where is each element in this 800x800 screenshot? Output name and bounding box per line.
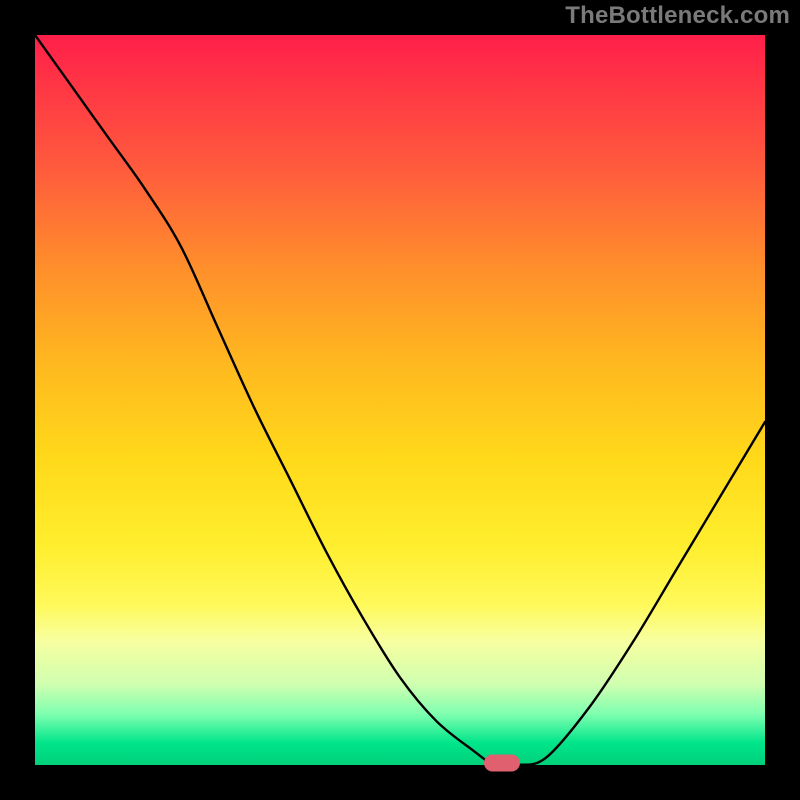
watermark-text: TheBottleneck.com: [565, 2, 790, 30]
optimal-marker: [484, 755, 520, 772]
chart-gradient-background: [35, 35, 765, 765]
